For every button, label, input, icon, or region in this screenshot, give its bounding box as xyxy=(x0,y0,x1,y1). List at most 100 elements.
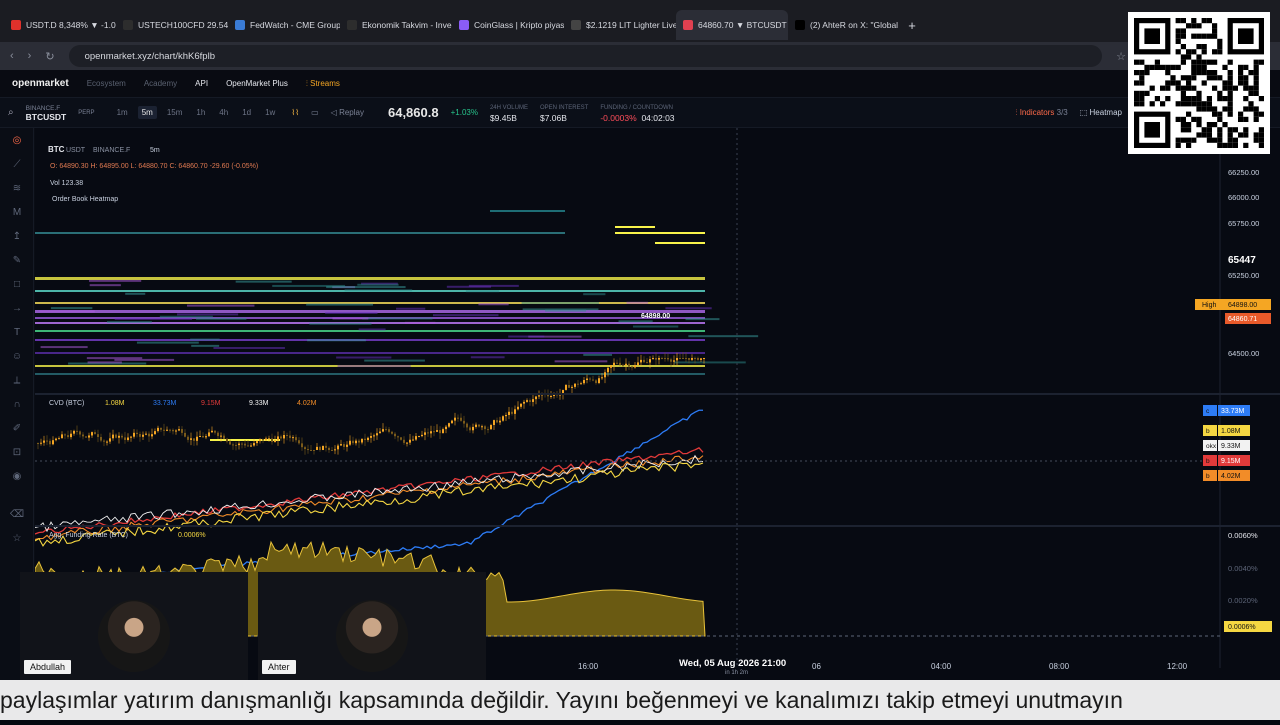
bookmark-icon[interactable]: ☆ xyxy=(1116,50,1126,63)
timeframe-15m[interactable]: 15m xyxy=(163,106,187,119)
timeframe-1h[interactable]: 1h xyxy=(192,106,209,119)
heatmap-button[interactable]: ⬚ Heatmap xyxy=(1080,108,1122,117)
browser-tab[interactable]: $2.1219 LIT Lighter Live P xyxy=(564,10,676,40)
funding-tick: 0.0060% xyxy=(1228,531,1258,540)
emoji-icon[interactable]: ☺ xyxy=(0,344,34,368)
pattern-icon[interactable]: M xyxy=(0,200,34,224)
stat-oi-label: OPEN INTEREST xyxy=(539,104,589,111)
forward-icon[interactable]: › xyxy=(28,50,32,62)
stat-oi-value: $7.06B xyxy=(539,112,567,123)
browser-tab[interactable]: FedWatch - CME Group xyxy=(228,10,340,40)
text-icon[interactable]: T xyxy=(0,320,34,344)
price-alert[interactable]: 65447 xyxy=(1228,255,1256,266)
nav-openmarket-plus[interactable]: OpenMarket Plus xyxy=(226,79,288,88)
timeframe-5m[interactable]: 5m xyxy=(137,106,157,119)
timeframe-1w[interactable]: 1w xyxy=(261,106,279,119)
chart-type-icon[interactable]: ⌇⌇ xyxy=(291,108,299,117)
nav-ecosystem[interactable]: Ecosystem xyxy=(87,79,126,88)
funding-value: 0.0006% xyxy=(178,532,206,539)
timeframe-1m[interactable]: 1m xyxy=(113,106,132,119)
crosshair-time: Wed, 05 Aug 2026 21:00 xyxy=(679,658,786,669)
price-tick: 65750.00 xyxy=(1228,219,1259,228)
nav-streams-label: Streams xyxy=(310,78,340,88)
opera-icon xyxy=(11,20,21,30)
webcam-abdullah: Abdullah xyxy=(20,572,248,680)
cvd-tag-key: b xyxy=(1206,473,1210,480)
lock-icon[interactable]: ⊡ xyxy=(0,440,34,464)
chart-toolbar: ⌕ BINANCE.F BTCUSDT PERP 1m 5m 15m 1h 4h 1d 1w… xyxy=(0,98,1280,128)
openmarket-icon xyxy=(683,20,693,30)
high-value: 64898.00 xyxy=(1228,302,1257,309)
tab-label: USTECH100CFD 29.547,8 xyxy=(138,20,228,30)
tab-list: USDT.D 8,348% ▼ -1.09% USTECH100CFD 29.54… xyxy=(4,10,900,42)
funding-label: Agg. Funding Rate (BTC) xyxy=(49,532,128,539)
star-icon[interactable]: ☆ xyxy=(0,526,34,550)
crosshair-countdown: in 1h 2m xyxy=(725,670,748,676)
nav-api[interactable]: API xyxy=(195,79,208,88)
ruler-icon[interactable]: ⟂ xyxy=(0,368,34,392)
arrow-up-icon[interactable]: ↥ xyxy=(0,224,34,248)
browser-tab[interactable]: USTECH100CFD 29.547,8 xyxy=(116,10,228,40)
webcam-name: Ahter xyxy=(262,660,296,674)
reload-icon[interactable]: ↻ xyxy=(45,50,54,63)
stat-funding-label: FUNDING / COUNTDOWN xyxy=(600,104,673,111)
browser-tab[interactable]: CoinGlass | Kripto piyasa xyxy=(452,10,564,40)
last-price: 64,860.8 xyxy=(387,105,439,120)
funding-tag: 0.0006% xyxy=(1228,624,1256,631)
cvd-legend-value: 1.08M xyxy=(105,400,125,407)
cvd-tag-value: 9.33M xyxy=(1221,443,1241,450)
replay-button[interactable]: ◁ Replay xyxy=(331,108,364,117)
drawing-toolbar: ◎ ⟋ ≋ M ↥ ✎ □ → T ☺ ⟂ ∩ ✐ ⊡ ◉ ⌫ ☆ xyxy=(0,128,34,598)
layers-icon[interactable]: ≋ xyxy=(0,176,34,200)
cvd-tag-value: 1.08M xyxy=(1221,428,1241,435)
url-input[interactable]: openmarket.xyz/chart/khK6fplb xyxy=(68,45,1103,67)
price-tick: 65250.00 xyxy=(1228,271,1259,280)
back-icon[interactable]: ‹ xyxy=(10,50,14,62)
search-icon[interactable]: ⌕ xyxy=(8,107,14,118)
tab-label: 64860.70 ▼ BTCUSDT xyxy=(698,20,787,30)
timeframe-1d[interactable]: 1d xyxy=(238,106,255,119)
cvd-legend-value: 9.33M xyxy=(249,400,269,407)
legend-timeframe: 5m xyxy=(150,147,160,154)
replay-label: Replay xyxy=(339,108,364,117)
investing-icon xyxy=(347,20,357,30)
address-bar: ‹ › ↻ openmarket.xyz/chart/khK6fplb ☆ xyxy=(0,42,1280,70)
lighter-icon xyxy=(571,20,581,30)
symbol-selector[interactable]: BINANCE.F BTCUSDT xyxy=(26,104,67,122)
magnet-icon[interactable]: ∩ xyxy=(0,392,34,416)
cvd-legend-value: 4.02M xyxy=(297,400,317,407)
trash-icon[interactable]: ⌫ xyxy=(0,502,34,526)
timeframe-4h[interactable]: 4h xyxy=(215,106,232,119)
cvd-tag-key: okx xyxy=(1206,443,1217,450)
layout-icon[interactable]: ▭ xyxy=(311,108,319,117)
openmarket-logo[interactable]: openmarket xyxy=(12,78,69,89)
nav-streams[interactable]: ⫶ Streams xyxy=(306,79,340,89)
rectangle-icon[interactable]: □ xyxy=(0,272,34,296)
tab-label: FedWatch - CME Group xyxy=(250,20,340,30)
legend-ohlc: O: 64890.30 H: 64895.00 L: 64880.70 C: 6… xyxy=(50,163,258,170)
time-tick: 08:00 xyxy=(1049,662,1070,671)
cvd-tag-value: 4.02M xyxy=(1221,473,1241,480)
browser-tab[interactable]: 64860.70 ▼ BTCUSDT xyxy=(676,10,788,40)
symbol-pair: BTCUSDT xyxy=(25,111,67,122)
tab-label: CoinGlass | Kripto piyasa xyxy=(474,20,564,30)
cvd-tag-value: 9.15M xyxy=(1221,458,1241,465)
browser-tab[interactable]: USDT.D 8,348% ▼ -1.09% xyxy=(4,10,116,40)
nav-academy[interactable]: Academy xyxy=(144,79,177,88)
brush-icon[interactable]: ✎ xyxy=(0,248,34,272)
pencil-icon[interactable]: ✐ xyxy=(0,416,34,440)
trendline-icon[interactable]: ⟋ xyxy=(0,152,34,176)
browser-tab[interactable]: (2) AhteR on X: "Global pi xyxy=(788,10,900,40)
indicators-button[interactable]: ⫶ Indicators 3/3 xyxy=(1015,108,1067,118)
symbol-type: PERP xyxy=(78,109,95,116)
crosshair-icon[interactable]: ◎ xyxy=(0,128,34,152)
arrow-right-icon[interactable]: → xyxy=(0,296,34,320)
cvd-tag-value: 33.73M xyxy=(1221,408,1245,415)
time-tick: 12:00 xyxy=(1167,662,1188,671)
eye-icon[interactable]: ◉ xyxy=(0,464,34,488)
browser-tab[interactable]: Ekonomik Takvim - Investi xyxy=(340,10,452,40)
stat-volume: 24H VOLUME $9.45B xyxy=(490,103,528,123)
stat-volume-label: 24H VOLUME xyxy=(489,104,528,111)
price-tick: 64500.00 xyxy=(1228,349,1259,358)
new-tab-button[interactable]: + xyxy=(900,10,924,40)
